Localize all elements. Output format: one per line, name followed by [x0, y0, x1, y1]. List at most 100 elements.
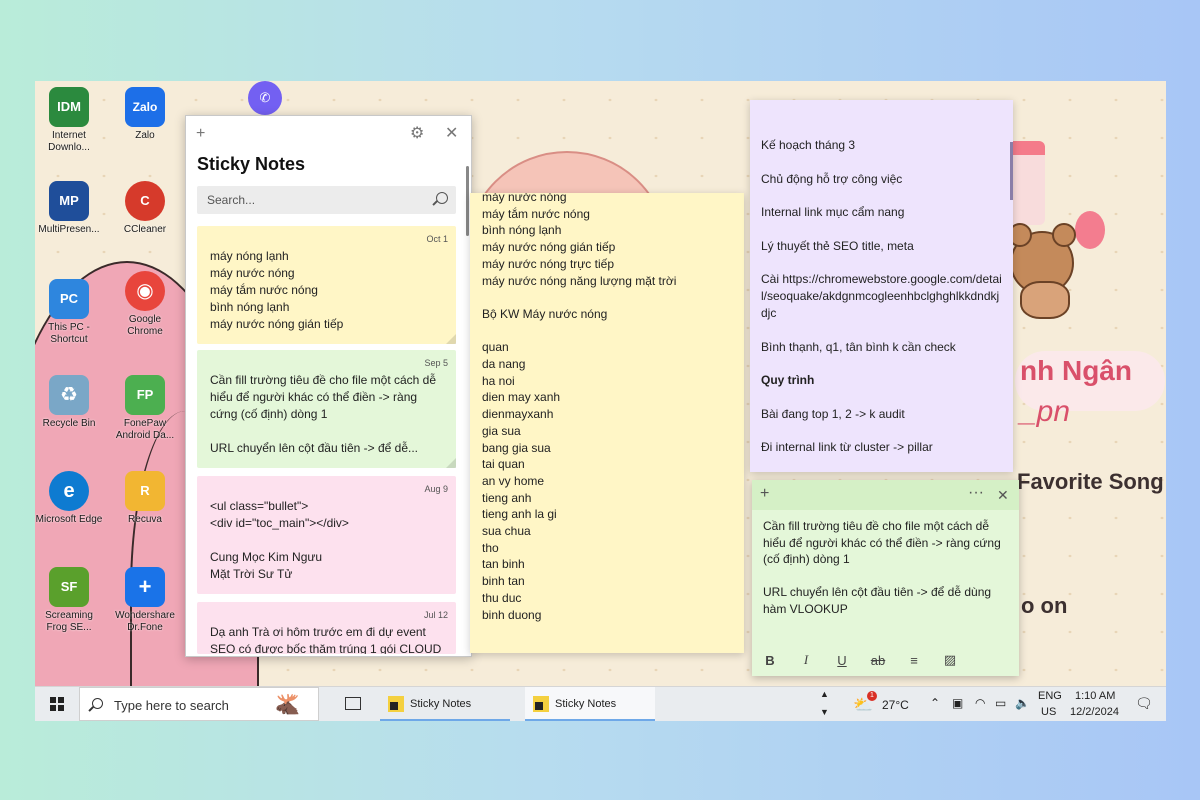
image-button[interactable]: ▨ [942, 652, 958, 668]
multipresenter-icon: MP [49, 181, 89, 221]
idm-icon: IDM [49, 87, 89, 127]
desktop-icon-screaming-frog[interactable]: SF Screaming Frog SE... [35, 567, 103, 634]
moose-icon: 🫎 [275, 694, 300, 716]
region-indicator[interactable]: US [1041, 706, 1056, 718]
computer-icon: PC [49, 279, 89, 319]
recuva-icon: R [125, 471, 165, 511]
strikethrough-button[interactable]: ab [870, 653, 886, 668]
speaker-icon[interactable]: 🔈 [1015, 696, 1030, 710]
note-line: Đi internal link từ cluster -> pillar [761, 440, 933, 455]
note-preview: Dạ anh Trà ơi hôm trước em đi dự event S… [210, 625, 442, 654]
desktop-icon-idm[interactable]: IDM Internet Downlo... [35, 87, 103, 154]
yellow-note-window[interactable]: máy nước nóng máy tắm nước nóng bình nón… [470, 193, 744, 653]
taskbar-app-sticky-notes[interactable]: Sticky Notes [380, 687, 510, 721]
frog-icon: SF [49, 567, 89, 607]
desktop-icon-zalo[interactable]: Zalo Zalo [111, 87, 179, 142]
search-icon [92, 698, 103, 709]
note-body[interactable]: Cần fill trường tiêu đề cho file một các… [763, 518, 1009, 617]
wallpaper-balloon [1075, 211, 1105, 249]
taskbar-search-input[interactable]: Type here to search 🫎 [79, 687, 319, 721]
taskbar-search-placeholder: Type here to search [114, 698, 229, 713]
chevron-up-icon[interactable]: ▲ [820, 689, 829, 699]
ccleaner-icon: C [125, 181, 165, 221]
note-line: Kế hoạch tháng 3 [761, 138, 856, 152]
clock-time[interactable]: 1:10 AM [1075, 690, 1115, 702]
fonepaw-icon: FP [125, 375, 165, 415]
scrollbar[interactable] [466, 166, 469, 236]
desktop-icon-viber[interactable]: ✆ [231, 81, 299, 118]
gear-icon[interactable]: ⚙ [410, 126, 424, 142]
note-line: Lý thuyết thẻ SEO title, meta [761, 238, 914, 253]
note-line: Bình thạnh, q1, tân bình k cần check [761, 339, 956, 354]
weather-temperature[interactable]: 27°C [882, 698, 909, 712]
wallpaper-on-text: o on [1021, 593, 1068, 618]
chevron-down-icon[interactable]: ▼ [820, 707, 829, 717]
purple-note-window[interactable]: Kế hoạch tháng 3 Chủ động hỗ trợ công vi… [750, 100, 1013, 472]
wallpaper-name-text: nh Ngân [1020, 355, 1132, 386]
active-indicator [525, 719, 655, 721]
taskbar-app-sticky-notes[interactable]: Sticky Notes [525, 687, 655, 721]
desktop-icon-ccleaner[interactable]: C CCleaner [111, 181, 179, 236]
viber-icon: ✆ [248, 81, 282, 115]
scrollbar[interactable] [1010, 142, 1013, 200]
task-view-icon[interactable] [345, 697, 361, 710]
note-line: Bài đang top 1, 2 -> k audit [761, 406, 905, 421]
bold-button[interactable]: B [762, 653, 778, 668]
close-icon[interactable]: ✕ [997, 487, 1009, 503]
taskbar: Type here to search 🫎 Sticky Notes Stick… [35, 686, 1166, 721]
wifi-icon[interactable]: ◠ [975, 696, 985, 710]
search-input[interactable]: Search... [197, 186, 456, 214]
note-heading: Quy trình [761, 373, 815, 388]
search-placeholder: Search... [207, 193, 256, 207]
note-body[interactable]: Kế hoạch tháng 3 Chủ động hỗ trợ công vi… [761, 137, 1005, 472]
note-body[interactable]: máy nước nóng máy tắm nước nóng bình nón… [482, 193, 734, 623]
desktop-icon-recycle-bin[interactable]: ♻ Recycle Bin [35, 375, 103, 430]
note-preview: Cần fill trường tiêu đề cho file một các… [210, 373, 437, 455]
clock-date[interactable]: 12/2/2024 [1070, 706, 1119, 718]
green-note-window[interactable]: + ··· ✕ Cần fill trường tiêu đề cho file… [752, 480, 1019, 676]
active-indicator [380, 719, 510, 721]
note-card[interactable]: Jul 12 Dạ anh Trà ơi hôm trước em đi dự … [197, 602, 456, 654]
battery-icon[interactable]: ▭ [995, 696, 1006, 710]
italic-button[interactable]: I [798, 652, 814, 668]
note-date: Oct 1 [426, 234, 448, 244]
add-note-icon[interactable]: + [196, 126, 205, 142]
note-line: Cài https://chromewebstore.google.com/de… [761, 272, 1002, 320]
chrome-icon: ◉ [125, 271, 165, 311]
note-card[interactable]: Oct 1 máy nóng lạnh máy nước nóng máy tắ… [197, 226, 456, 344]
note-corner [446, 458, 456, 468]
note-date: Sep 5 [424, 358, 448, 368]
note-date: Jul 12 [423, 610, 448, 620]
add-note-icon[interactable]: + [760, 486, 769, 502]
desktop-icon-drfone[interactable]: + Wondershare Dr.Fone [111, 567, 179, 634]
app-title: Sticky Notes [197, 154, 306, 174]
note-preview: <ul class="bullet"> <div id="toc_main"><… [210, 499, 349, 581]
format-toolbar: B I U ab ≡ ▨ [752, 644, 1019, 676]
desktop-icon-chrome[interactable]: ◉ Google Chrome [111, 271, 179, 338]
underline-button[interactable]: U [834, 653, 850, 668]
sticky-notes-list-window: + ⚙ ✕ Sticky Notes Search... Oct 1 máy n… [185, 115, 472, 657]
note-line: Internal link mục cẩm nang [761, 205, 905, 220]
desktop-icon-fonepaw[interactable]: FP FonePaw Android Da... [111, 375, 179, 442]
wallpaper-handle-text: _pn [1020, 395, 1071, 428]
note-card[interactable]: Sep 5 Cần fill trường tiêu đề cho file m… [197, 350, 456, 468]
notification-icon[interactable]: 🗨 [1135, 695, 1153, 712]
chevron-up-icon[interactable]: ⌃ [930, 696, 940, 710]
sticky-notes-icon [388, 696, 404, 712]
bullet-list-button[interactable]: ≡ [906, 653, 922, 668]
drfone-icon: + [125, 567, 165, 607]
close-icon[interactable]: ✕ [445, 126, 458, 142]
desktop-icon-this-pc[interactable]: PC This PC - Shortcut [35, 279, 103, 346]
desktop-icon-recuva[interactable]: R Recuva [111, 471, 179, 526]
more-options-icon[interactable]: ··· [968, 485, 984, 501]
search-icon[interactable] [436, 192, 448, 204]
note-title-bar[interactable]: + ··· ✕ [752, 480, 1019, 510]
language-indicator[interactable]: ENG [1038, 690, 1062, 702]
meet-now-icon[interactable]: ▣ [952, 696, 963, 710]
windows-start-icon[interactable] [50, 697, 64, 711]
note-preview: máy nóng lạnh máy nước nóng máy tắm nước… [210, 249, 344, 331]
note-card[interactable]: Aug 9 <ul class="bullet"> <div id="toc_m… [197, 476, 456, 594]
weather-badge: 1 [867, 691, 877, 701]
desktop-icon-multipresenter[interactable]: MP MultiPresen... [35, 181, 103, 236]
desktop-icon-edge[interactable]: e Microsoft Edge [35, 471, 103, 526]
